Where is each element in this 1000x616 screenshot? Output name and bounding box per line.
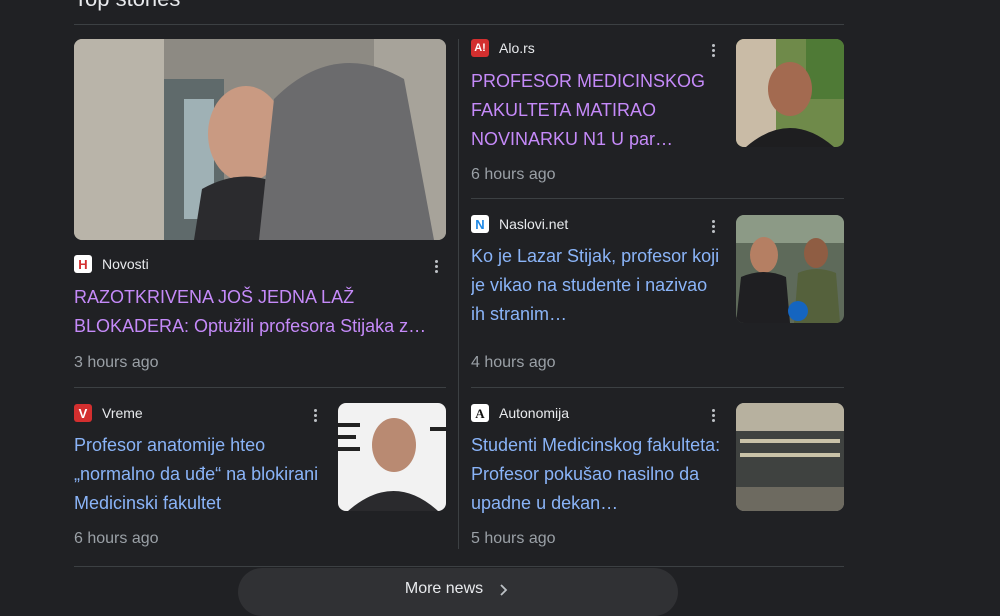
naslovi-logo-icon: N: [471, 215, 489, 233]
divider: [74, 387, 446, 388]
story-image: [736, 39, 844, 147]
story-thumbnail[interactable]: [736, 215, 844, 323]
divider: [74, 24, 844, 25]
story-source[interactable]: H Novosti: [74, 254, 149, 274]
more-options-icon[interactable]: [703, 216, 723, 236]
source-name: Autonomija: [499, 405, 570, 421]
novosti-logo-icon: H: [74, 255, 92, 273]
story-time: 4 hours ago: [471, 354, 556, 371]
story-image: [338, 403, 446, 511]
story-source[interactable]: A! Alo.rs: [471, 38, 535, 58]
divider: [471, 198, 844, 199]
story-time: 5 hours ago: [471, 530, 556, 547]
story-headline[interactable]: Studenti Medicinskog fakulteta: Profesor…: [471, 431, 723, 518]
story-headline[interactable]: Profesor anatomije hteo „normalno da uđe…: [74, 431, 326, 518]
chevron-right-icon: [500, 584, 508, 596]
more-options-icon[interactable]: [703, 40, 723, 60]
story-headline[interactable]: PROFESOR MEDICINSKOG FAKULTETA MATIRAO N…: [471, 67, 723, 154]
autonomija-logo-icon: A: [471, 404, 489, 422]
story-headline[interactable]: Ko je Lazar Stijak, profesor koji je vik…: [471, 242, 723, 329]
story-time: 6 hours ago: [471, 166, 556, 183]
divider: [471, 387, 844, 388]
column-divider: [458, 39, 459, 549]
more-options-icon[interactable]: [426, 256, 446, 276]
story-headline[interactable]: RAZOTKRIVENA JOŠ JEDNA LAŽ BLOKADERA: Op…: [74, 283, 448, 341]
story-time: 3 hours ago: [74, 354, 159, 371]
source-name: Naslovi.net: [499, 216, 569, 232]
story-thumbnail[interactable]: [74, 39, 446, 240]
more-options-icon[interactable]: [703, 405, 723, 425]
more-news-button[interactable]: More news: [238, 568, 678, 616]
story-image: [74, 39, 446, 240]
story-image: [736, 403, 844, 511]
divider: [74, 566, 844, 567]
section-title: Top stories: [74, 0, 180, 12]
source-name: Vreme: [102, 405, 143, 421]
story-image: [736, 215, 844, 323]
story-time: 6 hours ago: [74, 530, 159, 547]
vreme-logo-icon: V: [74, 404, 92, 422]
story-source[interactable]: A Autonomija: [471, 403, 569, 423]
story-source[interactable]: N Naslovi.net: [471, 214, 568, 234]
story-thumbnail[interactable]: [736, 403, 844, 511]
story-thumbnail[interactable]: [338, 403, 446, 511]
more-news-label: More news: [404, 580, 484, 597]
source-name: Alo.rs: [499, 40, 535, 56]
more-options-icon[interactable]: [305, 405, 325, 425]
story-source[interactable]: V Vreme: [74, 403, 143, 423]
alo-logo-icon: A!: [471, 39, 489, 57]
story-thumbnail[interactable]: [736, 39, 844, 147]
source-name: Novosti: [102, 256, 149, 272]
